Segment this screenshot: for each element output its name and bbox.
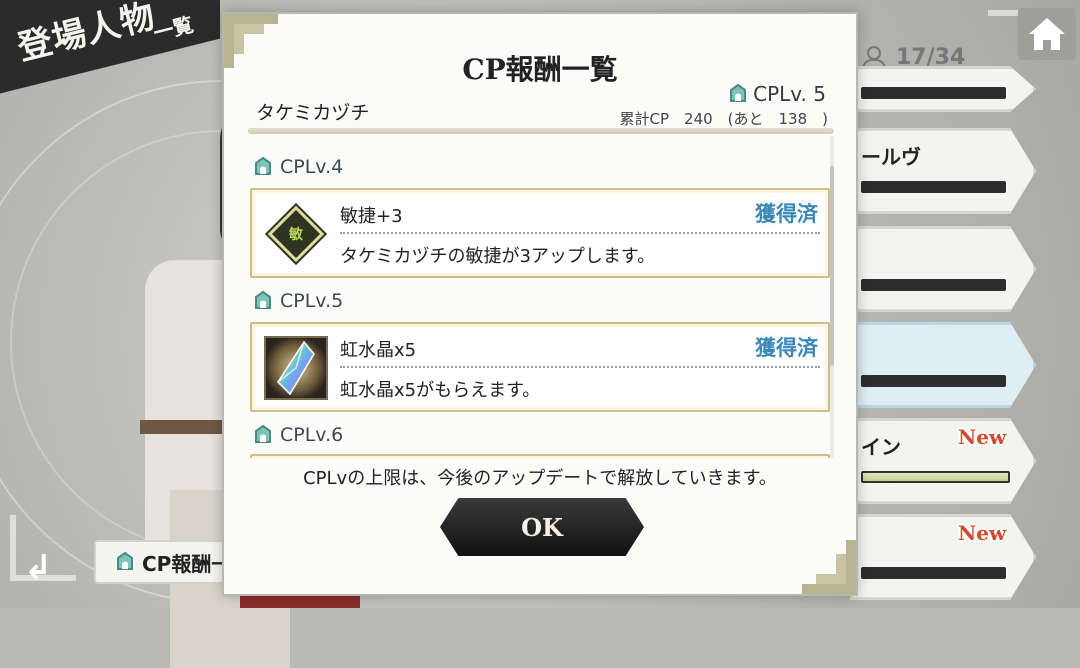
cp-total-text: 累計CP 240 (あと 138 ): [619, 110, 829, 128]
new-badge: New: [958, 425, 1007, 449]
cp-limit-note: CPLvの上限は、今後のアップデートで解放していきます。: [303, 468, 777, 489]
level-heading: CPLv.4: [252, 156, 343, 178]
row-progress-bar: [861, 87, 1006, 99]
character-list-item[interactable]: イン New: [850, 418, 1036, 504]
row-progress-bar: [861, 181, 1006, 193]
reward-description: 虹水晶x5がもらえます。: [340, 380, 541, 401]
user-icon: [860, 45, 886, 69]
reward-name: 虹水晶x5: [340, 340, 417, 361]
character-list-item[interactable]: [850, 226, 1036, 312]
row-name: イン: [861, 435, 901, 459]
acquired-badge: 獲得済: [755, 335, 818, 360]
reward-list[interactable]: CPLv.4 敏 敏捷+3 獲得済 タケミカヅチの敏捷が3アップします。 CPL…: [248, 136, 834, 458]
character-name: タケミカヅチ: [256, 102, 370, 124]
row-progress-bar: [861, 567, 1006, 579]
home-icon: [1029, 18, 1065, 50]
rainbow-crystal-icon: [264, 336, 328, 400]
back-arrow-icon[interactable]: ↲: [18, 548, 58, 588]
level-heading-text: CPLv.5: [280, 290, 344, 312]
level-heading: CPLv.5: [252, 290, 343, 312]
row-progress-bar: [861, 471, 1010, 483]
cp-gem-icon: [252, 424, 274, 446]
level-heading-text: CPLv.6: [280, 424, 344, 446]
row-progress-bar: [861, 279, 1006, 291]
scrollbar-thumb[interactable]: [830, 166, 834, 366]
header-divider: [248, 128, 834, 134]
stat-icon-text: 敏: [289, 227, 303, 243]
cp-level-text: CPLv. 5: [753, 82, 826, 106]
row-progress-bar: [861, 375, 1006, 387]
character-list-item[interactable]: ールヴ: [850, 128, 1036, 214]
cp-reward-dialog: CP報酬一覧 タケミカヅチ CPLv. 5 累計CP 240 (あと 138 )…: [222, 12, 858, 596]
cp-reward-tab[interactable]: CP報酬一: [94, 540, 234, 584]
cp-reward-tab-label: CP報酬一: [142, 551, 232, 576]
dotted-divider: [340, 366, 820, 368]
character-list-item-selected[interactable]: [850, 322, 1036, 408]
reward-card: [250, 454, 830, 458]
home-button[interactable]: [1018, 8, 1076, 60]
agility-stat-icon: 敏: [264, 202, 328, 266]
reward-name: 敏捷+3: [340, 206, 403, 227]
cp-gem-icon: [727, 83, 749, 105]
cp-gem-icon: [114, 551, 136, 573]
reward-description: タケミカヅチの敏捷が3アップします。: [340, 246, 656, 267]
current-cp-level: CPLv. 5: [727, 82, 826, 106]
new-badge: New: [958, 521, 1007, 545]
row-name: ールヴ: [861, 145, 921, 169]
level-heading: CPLv.6: [252, 424, 343, 446]
character-list-item[interactable]: New: [850, 514, 1036, 600]
ok-button[interactable]: OK: [440, 498, 644, 556]
character-list-item[interactable]: [850, 66, 1036, 112]
dotted-divider: [340, 232, 820, 234]
acquired-badge: 獲得済: [755, 201, 818, 226]
corner-ornament-bottom-right: [802, 540, 856, 594]
reward-card: 虹水晶x5 獲得済 虹水晶x5がもらえます。: [250, 322, 830, 412]
cp-gem-icon: [252, 156, 274, 178]
cp-gem-icon: [252, 290, 274, 312]
level-heading-text: CPLv.4: [280, 156, 344, 178]
character-count-text: 17/34: [896, 44, 966, 70]
reward-card: 敏 敏捷+3 獲得済 タケミカヅチの敏捷が3アップします。: [250, 188, 830, 278]
